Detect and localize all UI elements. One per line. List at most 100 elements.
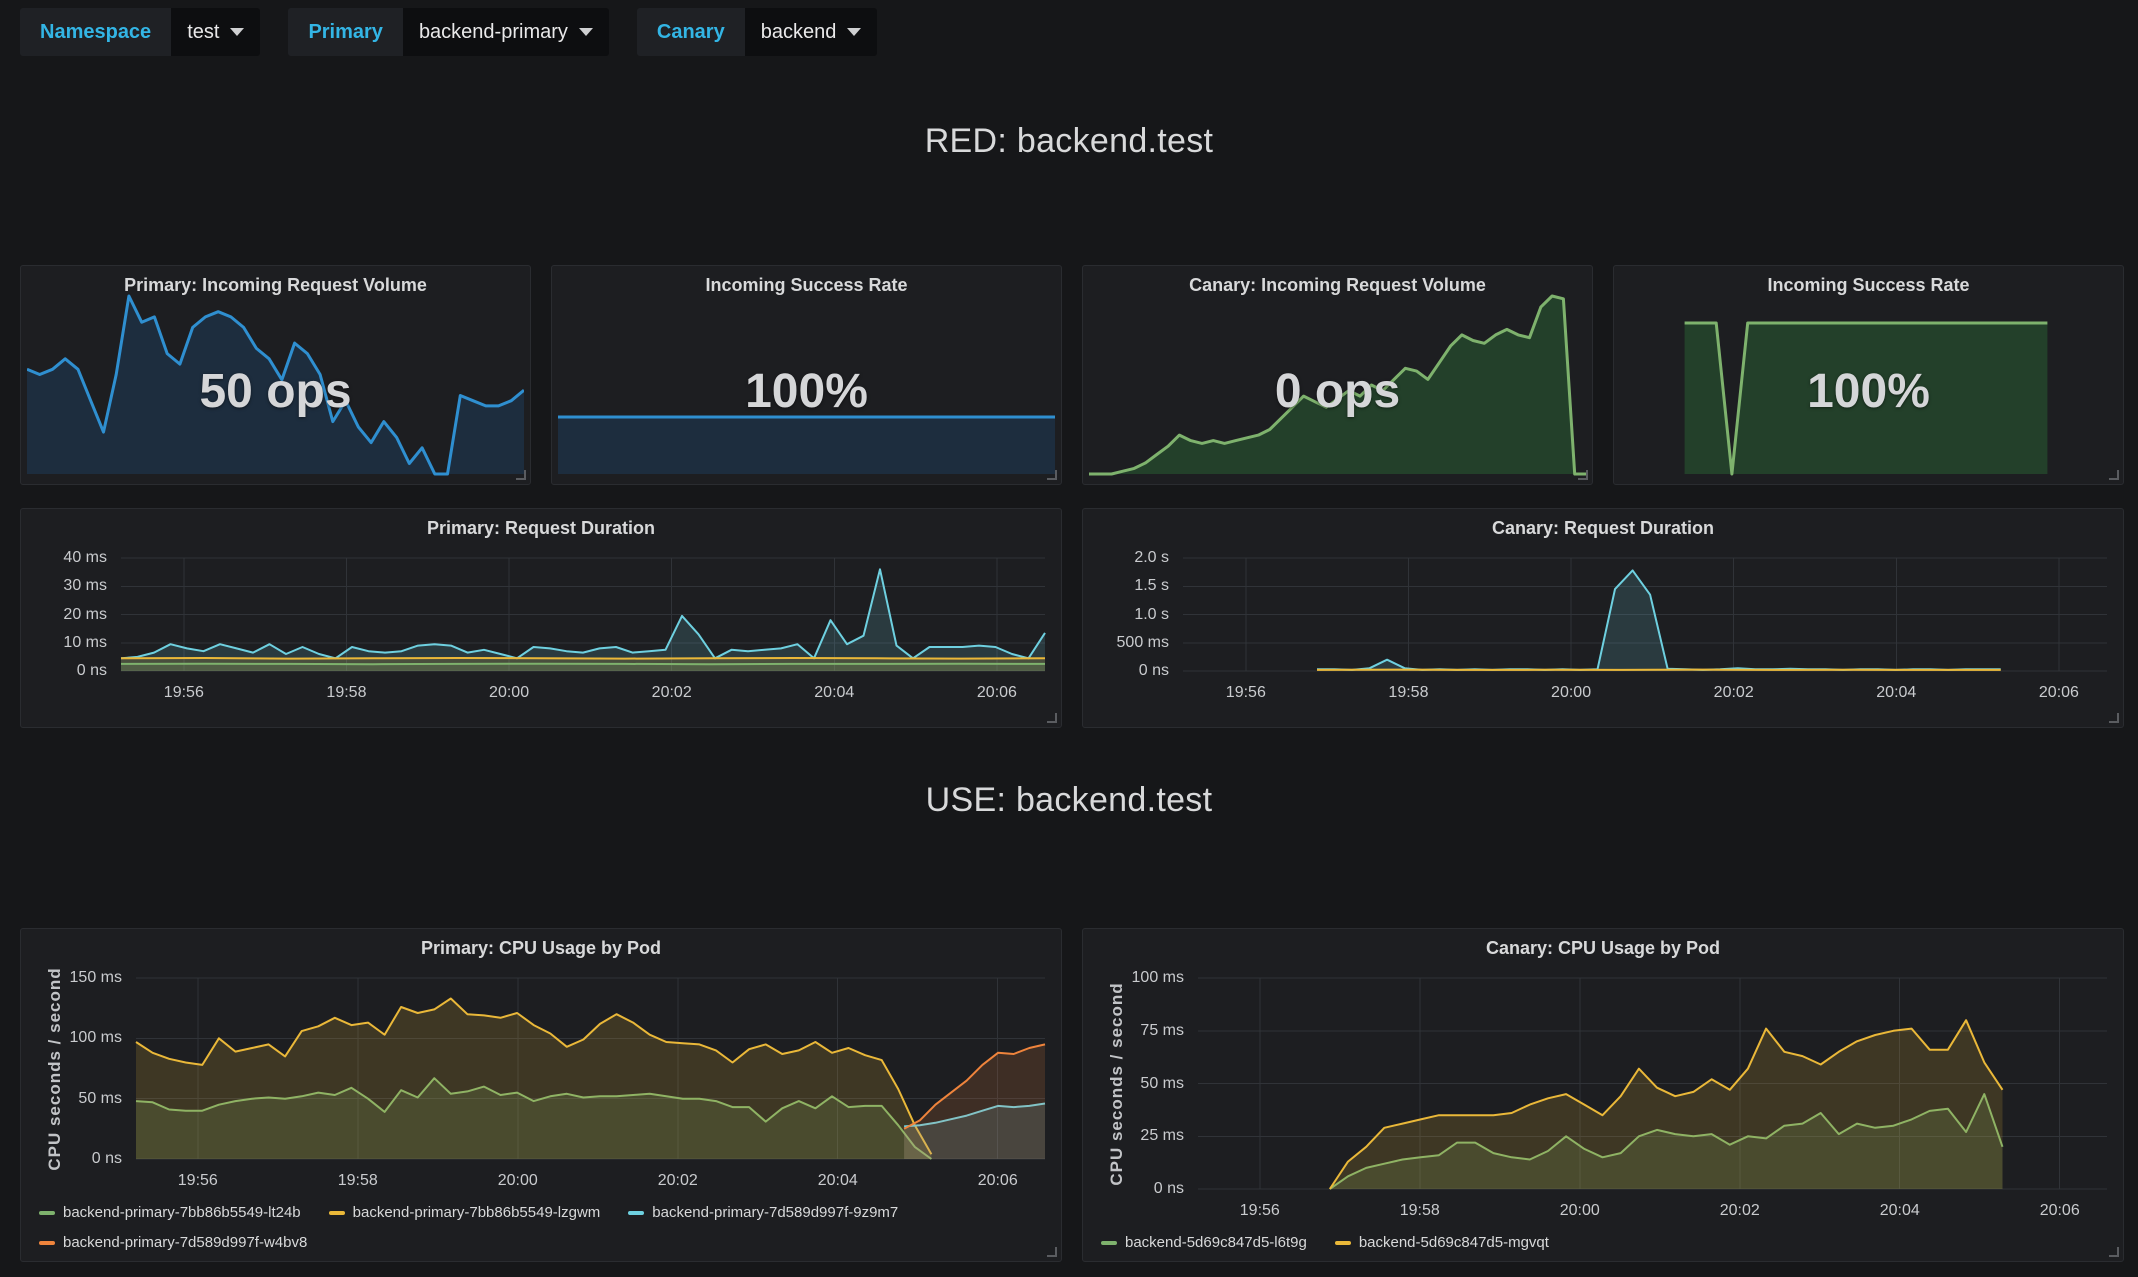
panel-title[interactable]: Incoming Success Rate bbox=[552, 275, 1061, 296]
stat-value-primary-success: 100% bbox=[552, 364, 1061, 419]
legend-swatch-icon bbox=[1101, 1241, 1117, 1245]
legend-swatch-icon bbox=[329, 1211, 345, 1215]
x-tick-label: 19:56 bbox=[1215, 1201, 1305, 1221]
x-tick-label: 20:02 bbox=[633, 1171, 723, 1191]
stat-value-canary-success: 100% bbox=[1614, 364, 2123, 419]
legend-swatch-icon bbox=[628, 1211, 644, 1215]
graph-canary-request-duration[interactable]: 0 ns500 ms1.0 s1.5 s2.0 s19:5619:5820:00… bbox=[1083, 509, 2123, 727]
panel-primary-incoming-request-volume: Primary: Incoming Request Volume 50 ops bbox=[20, 265, 531, 485]
resize-handle-icon[interactable] bbox=[516, 470, 526, 480]
legend-label: backend-primary-7bb86b5549-lt24b bbox=[63, 1204, 301, 1221]
x-tick-label: 20:04 bbox=[793, 1171, 883, 1191]
y-tick-label: 0 ns bbox=[21, 661, 107, 681]
variable-primary-label: Primary bbox=[288, 8, 403, 56]
legend-label: backend-primary-7d589d997f-w4bv8 bbox=[63, 1234, 307, 1251]
x-tick-label: 20:00 bbox=[1535, 1201, 1625, 1221]
x-tick-label: 20:04 bbox=[1855, 1201, 1945, 1221]
x-tick-label: 20:06 bbox=[2014, 683, 2104, 703]
panel-primary-cpu-usage: Primary: CPU Usage by Pod 0 ns50 ms100 m… bbox=[20, 928, 1062, 1262]
y-axis-title: CPU seconds / second bbox=[1107, 982, 1127, 1185]
x-tick-label: 20:06 bbox=[2015, 1201, 2105, 1221]
x-tick-label: 20:04 bbox=[789, 683, 879, 703]
x-tick-label: 19:58 bbox=[313, 1171, 403, 1191]
spark-area bbox=[558, 417, 1055, 474]
panel-title[interactable]: Incoming Success Rate bbox=[1614, 275, 2123, 296]
stat-value-canary-volume: 0 ops bbox=[1083, 364, 1592, 419]
y-tick-label: 30 ms bbox=[21, 576, 107, 596]
series-line-p50 bbox=[121, 664, 1045, 665]
resize-handle-icon[interactable] bbox=[1047, 713, 1057, 723]
section-title-red: RED: backend.test bbox=[0, 122, 2138, 161]
legend-item[interactable]: backend-primary-7bb86b5549-lzgwm bbox=[329, 1204, 601, 1221]
graph-primary-request-duration[interactable]: 0 ns10 ms20 ms30 ms40 ms19:5619:5820:002… bbox=[21, 509, 1061, 727]
x-tick-label: 19:56 bbox=[139, 683, 229, 703]
x-tick-label: 20:02 bbox=[627, 683, 717, 703]
legend-item[interactable]: backend-5d69c847d5-l6t9g bbox=[1101, 1234, 1307, 1251]
y-tick-label: 75 ms bbox=[1083, 1021, 1184, 1041]
variable-namespace: Namespace test bbox=[20, 8, 260, 56]
legend-swatch-icon bbox=[1335, 1241, 1351, 1245]
x-tick-label: 19:56 bbox=[1201, 683, 1291, 703]
y-tick-label: 2.0 s bbox=[1083, 548, 1169, 568]
duration-panels-row: Primary: Request Duration 0 ns 10 ms 20 ms… bbox=[20, 508, 2124, 728]
legend-item[interactable]: backend-primary-7d589d997f-9z9m7 bbox=[628, 1204, 898, 1221]
panel-primary-incoming-success-rate: Incoming Success Rate 100% bbox=[551, 265, 1062, 485]
resize-handle-icon[interactable] bbox=[1047, 1247, 1057, 1257]
variable-namespace-label: Namespace bbox=[20, 8, 171, 56]
y-tick-label: 500 ms bbox=[1083, 633, 1169, 653]
variable-namespace-dropdown[interactable]: test bbox=[171, 8, 260, 56]
legend-item[interactable]: backend-primary-7bb86b5549-lt24b bbox=[39, 1204, 301, 1221]
legend-swatch-icon bbox=[39, 1211, 55, 1215]
y-tick-label: 0 ns bbox=[1083, 661, 1169, 681]
series-line-p99 bbox=[121, 569, 1045, 658]
legend-label: backend-primary-7bb86b5549-lzgwm bbox=[353, 1204, 601, 1221]
series-line-p90 bbox=[121, 658, 1045, 659]
variable-primary: Primary backend-primary bbox=[288, 8, 608, 56]
x-tick-label: 20:00 bbox=[473, 1171, 563, 1191]
stat-panels-row: Primary: Incoming Request Volume 50 ops … bbox=[20, 265, 2124, 485]
series-area-p99 bbox=[121, 569, 1045, 671]
y-tick-label: 20 ms bbox=[21, 605, 107, 625]
x-tick-label: 19:58 bbox=[1375, 1201, 1465, 1221]
y-tick-label: 100 ms bbox=[1083, 968, 1184, 988]
resize-handle-icon[interactable] bbox=[2109, 713, 2119, 723]
x-tick-label: 20:00 bbox=[464, 683, 554, 703]
legend-item[interactable]: backend-5d69c847d5-mgvqt bbox=[1335, 1234, 1549, 1251]
resize-handle-icon[interactable] bbox=[1578, 470, 1588, 480]
panel-title[interactable]: Primary: Incoming Request Volume bbox=[21, 275, 530, 296]
y-tick-label: 25 ms bbox=[1083, 1126, 1184, 1146]
y-tick-label: 1.0 s bbox=[1083, 605, 1169, 625]
legend-label: backend-primary-7d589d997f-9z9m7 bbox=[652, 1204, 898, 1221]
section-title-use: USE: backend.test bbox=[0, 781, 2138, 820]
variable-canary-value: backend bbox=[761, 21, 837, 44]
panel-title[interactable]: Canary: Incoming Request Volume bbox=[1083, 275, 1592, 296]
legend-label: backend-5d69c847d5-mgvqt bbox=[1359, 1234, 1549, 1251]
panel-primary-request-duration: Primary: Request Duration 0 ns 10 ms 20 ms… bbox=[20, 508, 1062, 728]
x-tick-label: 20:04 bbox=[1851, 683, 1941, 703]
legend-item[interactable]: backend-primary-7d589d997f-w4bv8 bbox=[39, 1234, 307, 1251]
panel-title[interactable]: Canary: Request Duration bbox=[1083, 518, 2123, 539]
resize-handle-icon[interactable] bbox=[2109, 1247, 2119, 1257]
variable-canary-label: Canary bbox=[637, 8, 745, 56]
x-tick-label: 20:06 bbox=[953, 1171, 1043, 1191]
x-tick-label: 20:02 bbox=[1689, 683, 1779, 703]
template-variables-bar: Namespace test Primary backend-primary C… bbox=[20, 8, 877, 56]
panel-title[interactable]: Primary: CPU Usage by Pod bbox=[21, 938, 1061, 959]
series-area-backend-5d69c847d5-mgvqt bbox=[1330, 1020, 2003, 1189]
resize-handle-icon[interactable] bbox=[1047, 470, 1057, 480]
variable-namespace-value: test bbox=[187, 21, 219, 44]
y-tick-label: 40 ms bbox=[21, 548, 107, 568]
panel-title[interactable]: Canary: CPU Usage by Pod bbox=[1083, 938, 2123, 959]
variable-canary: Canary backend bbox=[637, 8, 877, 56]
variable-primary-dropdown[interactable]: backend-primary bbox=[403, 8, 609, 56]
resize-handle-icon[interactable] bbox=[2109, 470, 2119, 480]
y-tick-label: 0 ns bbox=[21, 1149, 122, 1169]
y-tick-label: 10 ms bbox=[21, 633, 107, 653]
graph-canary-cpu-usage[interactable]: 0 ns25 ms50 ms75 ms100 ms19:5619:5820:00… bbox=[1083, 929, 2123, 1261]
variable-canary-dropdown[interactable]: backend bbox=[745, 8, 878, 56]
y-tick-label: 150 ms bbox=[21, 968, 122, 988]
legend: backend-5d69c847d5-l6t9g backend-5d69c847… bbox=[1101, 1234, 2109, 1251]
stat-value-primary-volume: 50 ops bbox=[21, 364, 530, 419]
panel-title[interactable]: Primary: Request Duration bbox=[21, 518, 1061, 539]
x-tick-label: 19:58 bbox=[1363, 683, 1453, 703]
